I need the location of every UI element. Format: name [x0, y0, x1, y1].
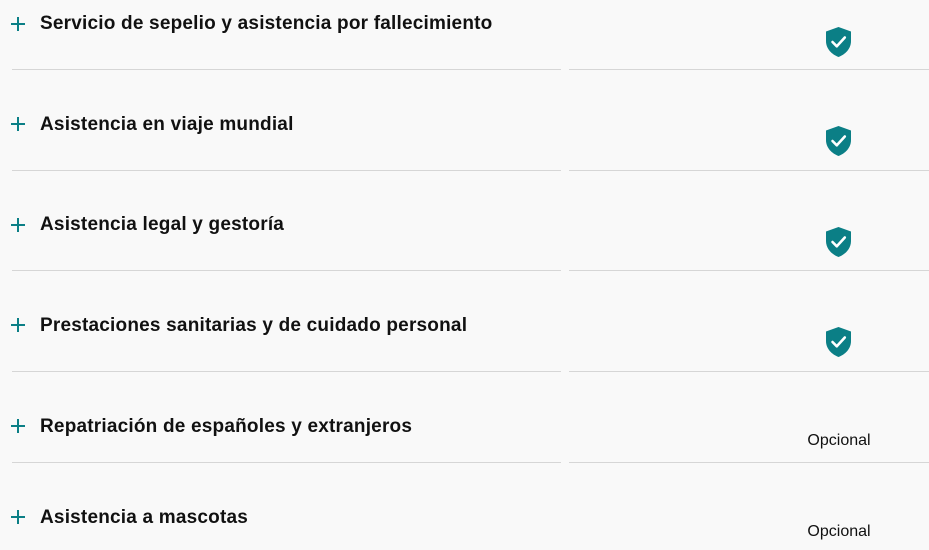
divider: [12, 462, 561, 463]
divider: [12, 69, 561, 70]
divider: [569, 69, 929, 70]
plus-icon[interactable]: [9, 417, 27, 435]
divider: [569, 462, 929, 463]
shield-check-icon: [826, 27, 851, 57]
coverage-title[interactable]: Asistencia en viaje mundial: [40, 114, 294, 136]
coverage-title[interactable]: Asistencia a mascotas: [40, 507, 248, 529]
coverage-title[interactable]: Prestaciones sanitarias y de cuidado per…: [40, 315, 467, 337]
shield-check-icon: [826, 126, 851, 156]
shield-check-icon: [826, 227, 851, 257]
plus-icon[interactable]: [9, 316, 27, 334]
coverage-title[interactable]: Asistencia legal y gestoría: [40, 214, 284, 236]
plus-icon[interactable]: [9, 115, 27, 133]
optional-label: Opcional: [807, 523, 871, 540]
plus-icon[interactable]: [9, 216, 27, 234]
coverage-title[interactable]: Servicio de sepelio y asistencia por fal…: [40, 13, 492, 35]
divider: [569, 170, 929, 171]
divider: [569, 371, 929, 372]
optional-label: Opcional: [807, 432, 871, 449]
divider: [569, 270, 929, 271]
divider: [12, 170, 561, 171]
plus-icon[interactable]: [9, 15, 27, 33]
shield-check-icon: [826, 327, 851, 357]
divider: [12, 371, 561, 372]
divider: [12, 270, 561, 271]
plus-icon[interactable]: [9, 508, 27, 526]
coverage-title[interactable]: Repatriación de españoles y extranjeros: [40, 416, 412, 438]
